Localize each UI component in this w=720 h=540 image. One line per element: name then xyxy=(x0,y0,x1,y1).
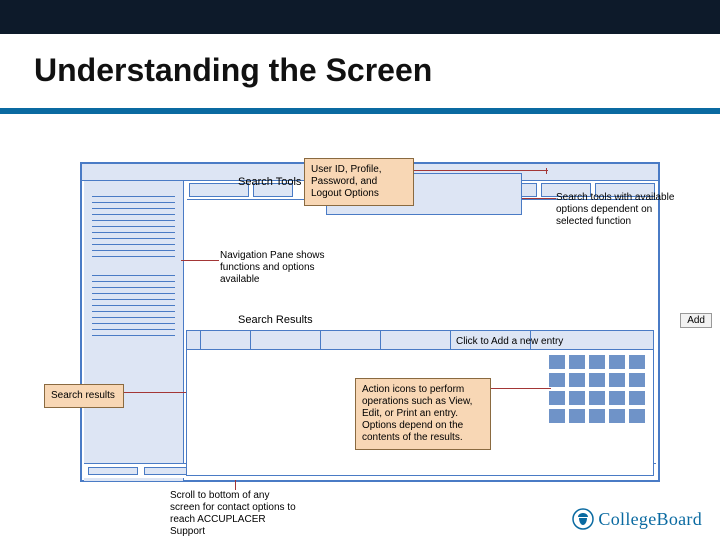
action-icon[interactable] xyxy=(549,409,565,423)
search-results-label: Search Results xyxy=(238,314,313,326)
nav-item xyxy=(92,208,175,209)
title-band: Understanding the Screen xyxy=(0,0,720,114)
action-icon[interactable] xyxy=(549,355,565,369)
action-icon[interactable] xyxy=(609,391,625,405)
callout-user-id: User ID, Profile, Password, and Logout O… xyxy=(304,158,414,206)
nav-item xyxy=(92,244,175,245)
click-add-label: Click to Add a new entry xyxy=(456,336,563,347)
action-icon[interactable] xyxy=(589,391,605,405)
nav-item xyxy=(92,299,175,300)
nav-item xyxy=(92,232,175,233)
acorn-icon xyxy=(572,508,594,530)
action-icon[interactable] xyxy=(549,391,565,405)
nav-item xyxy=(92,305,175,306)
nav-item xyxy=(92,220,175,221)
callout-scroll-footer: Scroll to bottom of any screen for conta… xyxy=(170,490,300,538)
nav-item xyxy=(92,287,175,288)
action-icon[interactable] xyxy=(569,391,585,405)
footer-link xyxy=(88,467,138,475)
action-icon[interactable] xyxy=(629,355,645,369)
nav-item xyxy=(92,275,175,276)
slide-stage: Understanding the Screen xyxy=(0,0,720,540)
action-icon[interactable] xyxy=(569,373,585,387)
nav-item xyxy=(92,323,175,324)
action-icon[interactable] xyxy=(589,373,605,387)
action-icon[interactable] xyxy=(589,409,605,423)
action-icon[interactable] xyxy=(629,409,645,423)
results-col xyxy=(251,331,321,349)
nav-item xyxy=(92,256,175,257)
results-header xyxy=(187,331,653,350)
nav-item xyxy=(92,311,175,312)
brand-logo: CollegeBoard xyxy=(572,508,702,530)
action-icon[interactable] xyxy=(629,391,645,405)
action-icon[interactable] xyxy=(569,409,585,423)
nav-item xyxy=(92,329,175,330)
title-band-dark xyxy=(0,0,720,34)
callout-search-results: Search results xyxy=(44,384,124,408)
action-icon[interactable] xyxy=(609,355,625,369)
connector-line xyxy=(522,198,556,199)
connector-line xyxy=(414,170,548,171)
connector-line xyxy=(124,392,186,393)
connector-line xyxy=(235,480,236,490)
action-icon[interactable] xyxy=(589,355,605,369)
nav-item xyxy=(92,238,175,239)
callout-search-tools: Search tools with available options depe… xyxy=(556,192,676,228)
nav-item xyxy=(92,281,175,282)
results-col xyxy=(201,331,251,349)
action-icon[interactable] xyxy=(609,409,625,423)
nav-item xyxy=(92,335,175,336)
action-icon[interactable] xyxy=(609,373,625,387)
results-col xyxy=(321,331,381,349)
callout-action-icons: Action icons to perform operations such … xyxy=(355,378,491,450)
connector-line xyxy=(491,388,551,389)
nav-item xyxy=(92,317,175,318)
search-tools-label: Search Tools xyxy=(238,176,301,188)
page-title: Understanding the Screen xyxy=(34,52,432,89)
results-col xyxy=(381,331,451,349)
results-col xyxy=(187,331,201,349)
connector-line xyxy=(546,168,547,174)
connector-line xyxy=(181,260,219,261)
nav-item xyxy=(92,196,175,197)
action-icon[interactable] xyxy=(569,355,585,369)
action-icon[interactable] xyxy=(629,373,645,387)
nav-item xyxy=(92,226,175,227)
navigation-pane[interactable] xyxy=(84,181,184,481)
action-icons-grid xyxy=(549,355,645,423)
callout-nav-pane: Navigation Pane shows functions and opti… xyxy=(220,250,340,286)
brand-name: CollegeBoard xyxy=(598,509,702,530)
action-icon[interactable] xyxy=(549,373,565,387)
nav-item xyxy=(92,250,175,251)
nav-item xyxy=(92,214,175,215)
add-button[interactable]: Add xyxy=(680,313,712,328)
nav-item xyxy=(92,202,175,203)
nav-item xyxy=(92,293,175,294)
